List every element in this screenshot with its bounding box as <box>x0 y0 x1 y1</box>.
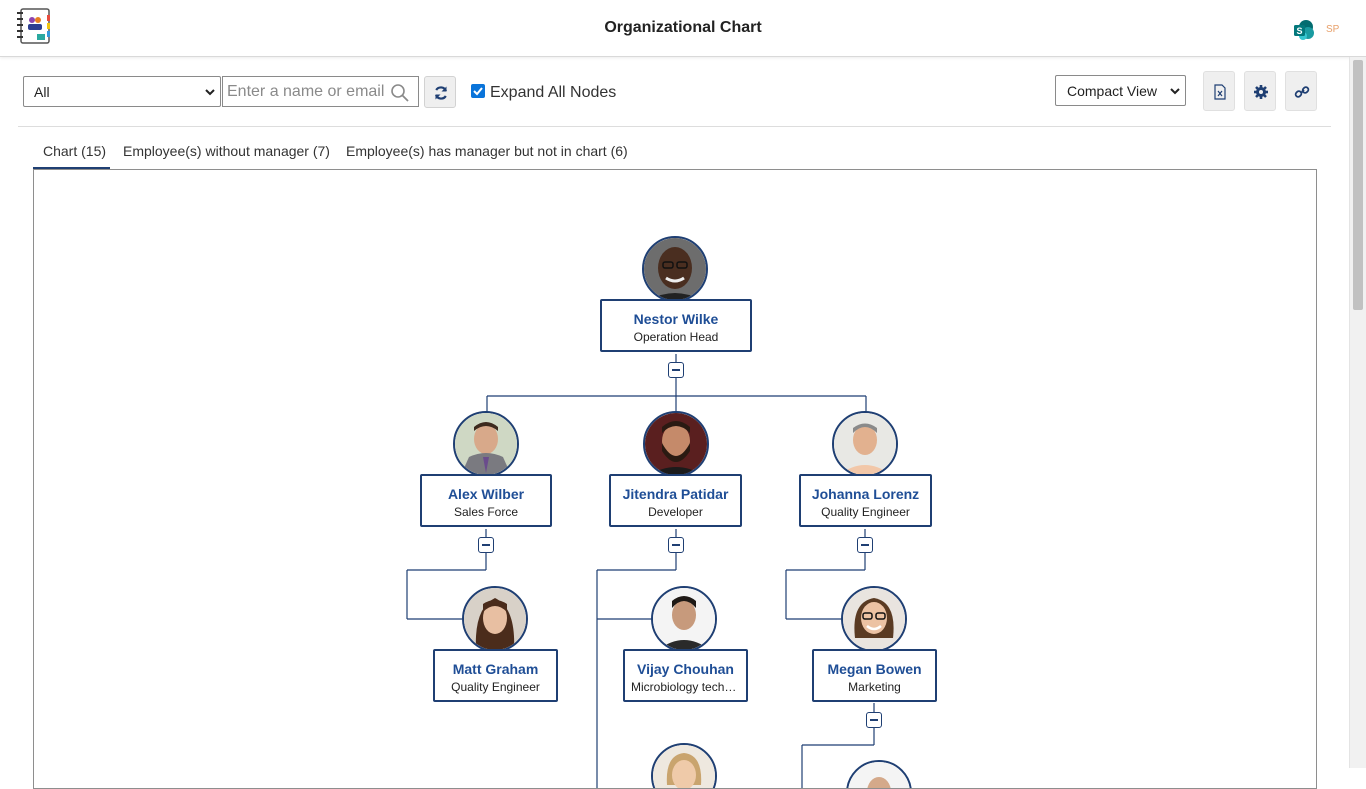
node-job-title: Developer <box>648 505 703 519</box>
refresh-button[interactable] <box>424 76 456 108</box>
settings-button[interactable] <box>1244 71 1276 111</box>
view-mode-value: Compact View <box>1067 82 1158 99</box>
settings-icon <box>1254 85 1268 99</box>
expand-all-checkbox[interactable] <box>471 84 485 98</box>
collapse-toggle-icon[interactable] <box>668 537 684 553</box>
page-title: Organizational Chart <box>604 19 762 36</box>
node-name[interactable]: Alex Wilber <box>422 486 550 502</box>
avatar[interactable] <box>642 236 708 302</box>
search-icon[interactable] <box>390 83 410 103</box>
search-box[interactable] <box>222 76 419 107</box>
svg-text:S: S <box>1296 26 1302 36</box>
expand-all-label[interactable]: Expand All Nodes <box>490 84 616 102</box>
node-name[interactable]: Nestor Wilke <box>602 311 750 327</box>
collapse-toggle-icon[interactable] <box>857 537 873 553</box>
search-input[interactable] <box>227 80 387 104</box>
refresh-icon <box>434 86 448 100</box>
toolbar-divider <box>18 126 1331 127</box>
node-name[interactable]: Johanna Lorenz <box>801 486 930 502</box>
node-job-title: Sales Force <box>453 505 519 519</box>
collapse-toggle-icon[interactable] <box>668 362 684 378</box>
export-excel-button[interactable] <box>1203 71 1235 111</box>
avatar[interactable] <box>453 411 519 477</box>
scrollbar-thumb[interactable] <box>1353 60 1363 310</box>
view-mode-select[interactable]: Compact View <box>1055 75 1186 106</box>
node-job-title: Operation Head <box>633 330 719 344</box>
sharepoint-icon[interactable]: S <box>1293 19 1315 41</box>
tab-without-manager[interactable]: Employee(s) without manager (7) <box>123 143 330 159</box>
node-name[interactable]: Jitendra Patidar <box>611 486 740 502</box>
avatar[interactable] <box>841 586 907 652</box>
tab-manager-not-in-chart[interactable]: Employee(s) has manager but not in chart… <box>346 143 628 159</box>
filter-select-value: All <box>34 83 50 100</box>
org-node-alex-wilber[interactable]: Alex Wilber Sales Force <box>420 474 552 527</box>
avatar[interactable] <box>643 411 709 477</box>
node-job-title: Quality Engineer <box>451 680 540 694</box>
page-scrollbar[interactable] <box>1349 57 1366 768</box>
avatar[interactable] <box>651 586 717 652</box>
org-node-matt-graham[interactable]: Matt Graham Quality Engineer <box>433 649 558 702</box>
user-avatar-initials[interactable]: SP <box>1326 24 1339 35</box>
app-header: Organizational Chart S SP <box>0 0 1366 57</box>
org-node-megan-bowen[interactable]: Megan Bowen Marketing <box>812 649 937 702</box>
checkmark-icon <box>473 87 483 96</box>
org-node-jitendra-patidar[interactable]: Jitendra Patidar Developer <box>609 474 742 527</box>
org-node-nestor-wilke[interactable]: Nestor Wilke Operation Head <box>600 299 752 352</box>
node-job-title: Microbiology techn... <box>631 680 742 694</box>
collapse-toggle-icon[interactable] <box>478 537 494 553</box>
tab-chart[interactable]: Chart (15) <box>43 143 106 159</box>
org-chart-canvas[interactable]: Nestor Wilke Operation Head Alex Wilber … <box>33 169 1317 789</box>
node-job-title: Marketing <box>848 680 901 694</box>
filter-select[interactable]: All <box>23 76 221 107</box>
org-node-johanna-lorenz[interactable]: Johanna Lorenz Quality Engineer <box>799 474 932 527</box>
collapse-toggle-icon[interactable] <box>866 712 882 728</box>
org-node-vijay-chouhan[interactable]: Vijay Chouhan Microbiology techn... <box>623 649 748 702</box>
copy-link-button[interactable] <box>1285 71 1317 111</box>
node-name[interactable]: Matt Graham <box>435 661 556 677</box>
avatar[interactable] <box>462 586 528 652</box>
link-icon <box>1294 86 1310 98</box>
node-name[interactable]: Vijay Chouhan <box>625 661 746 677</box>
excel-export-icon <box>1214 84 1226 100</box>
node-job-title: Quality Engineer <box>821 505 910 519</box>
chevron-down-icon <box>204 85 216 99</box>
avatar[interactable] <box>832 411 898 477</box>
chevron-down-icon <box>1169 84 1181 98</box>
node-name[interactable]: Megan Bowen <box>814 661 935 677</box>
